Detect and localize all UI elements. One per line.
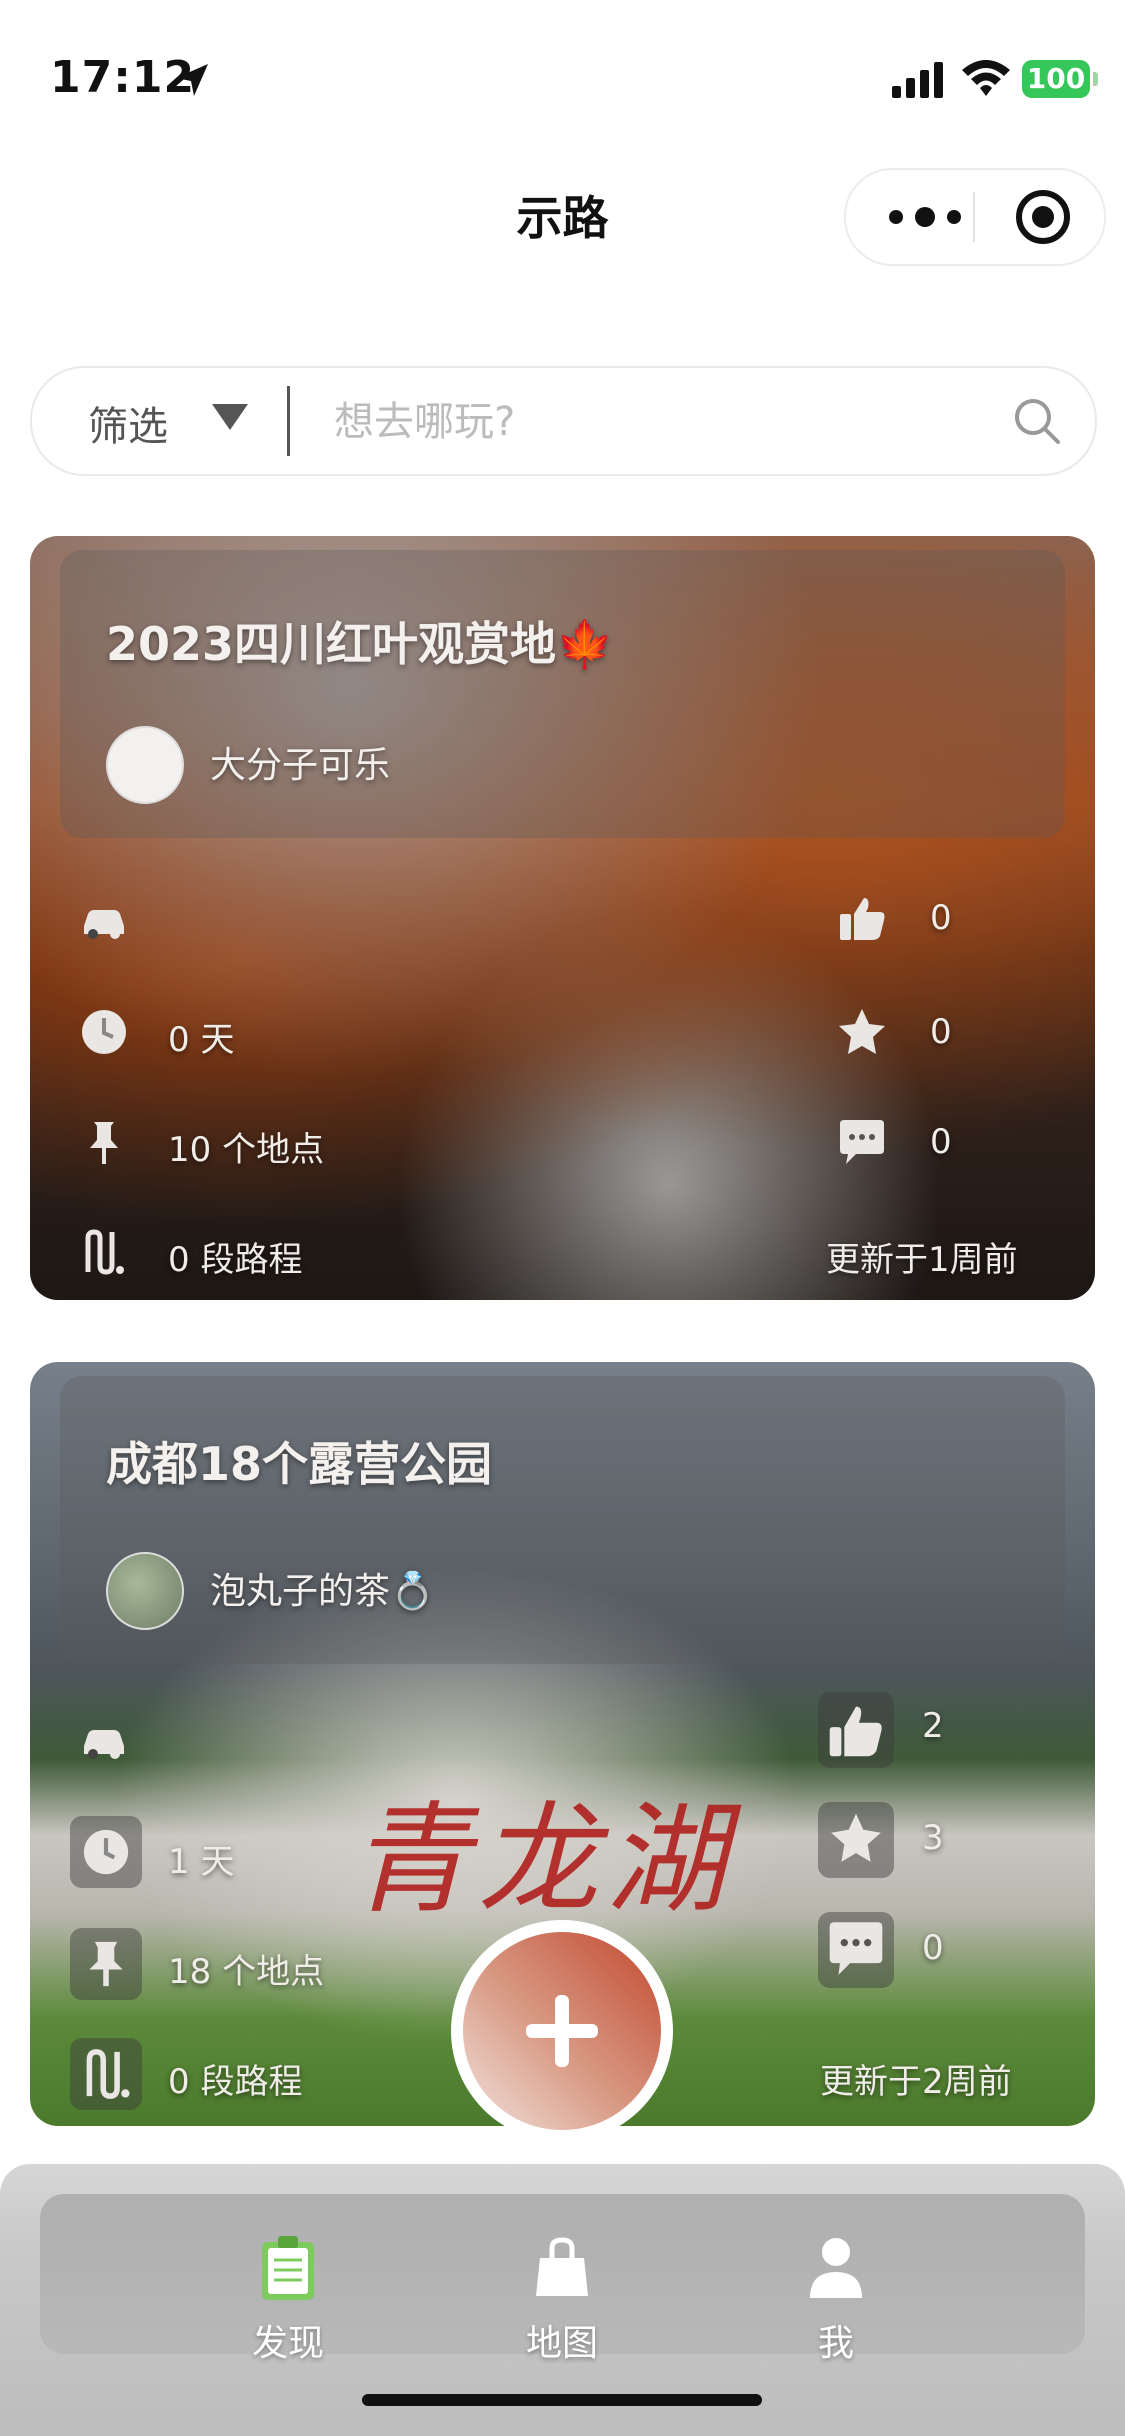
route-places: 18 个地点 bbox=[168, 1952, 325, 1992]
route-icon bbox=[70, 2038, 142, 2110]
route-days: 1 天 bbox=[168, 1842, 235, 1882]
author-avatar[interactable] bbox=[106, 1552, 184, 1630]
search-bar: 筛选 bbox=[30, 366, 1097, 476]
clock-icon bbox=[82, 1010, 126, 1054]
add-route-button[interactable] bbox=[451, 1920, 673, 2142]
wifi-icon bbox=[962, 60, 1010, 96]
capsule-divider bbox=[973, 192, 975, 242]
route-title: 2023四川红叶观赏地🍁 bbox=[106, 617, 614, 671]
filter-button[interactable]: 筛选 bbox=[88, 394, 168, 452]
comment-count: 0 bbox=[930, 1122, 952, 1162]
route-card-header-panel bbox=[60, 1376, 1065, 1664]
map-bag-icon bbox=[536, 2237, 588, 2296]
tab-label: 发现 bbox=[251, 2323, 324, 2364]
tab-label: 我 bbox=[817, 2323, 854, 2364]
tab-discover[interactable]: 发现 bbox=[208, 2234, 368, 2384]
plus-icon[interactable] bbox=[463, 1932, 661, 2130]
stone-sign-text: 青龙湖 bbox=[350, 1791, 734, 1930]
star-count: 0 bbox=[930, 1012, 952, 1052]
star-icon[interactable] bbox=[818, 1802, 894, 1878]
comment-icon[interactable] bbox=[836, 1116, 888, 1168]
dropdown-triangle-icon[interactable] bbox=[212, 404, 248, 430]
comment-icon[interactable] bbox=[818, 1912, 894, 1988]
route-segments: 0 段路程 bbox=[168, 2062, 303, 2102]
pin-icon bbox=[90, 1122, 118, 1164]
car-icon bbox=[84, 1730, 124, 1759]
search-divider bbox=[287, 386, 290, 456]
thumbs-up-icon[interactable] bbox=[818, 1692, 894, 1768]
route-title: 成都18个露营公园 bbox=[106, 1437, 493, 1491]
like-count: 0 bbox=[930, 898, 952, 938]
clock-icon bbox=[70, 1816, 142, 1888]
updated-time: 更新于2周前 bbox=[820, 2062, 1012, 2102]
search-icon[interactable] bbox=[1012, 396, 1062, 446]
cellular-signal-icon bbox=[892, 62, 943, 98]
tab-label: 地图 bbox=[525, 2323, 598, 2364]
status-bar: 17:12 100 bbox=[0, 0, 1125, 150]
route-segments: 0 段路程 bbox=[168, 1240, 303, 1280]
thumbs-up-icon[interactable] bbox=[836, 892, 888, 944]
person-icon bbox=[810, 2238, 862, 2298]
route-places: 10 个地点 bbox=[168, 1130, 325, 1170]
more-dots-icon[interactable] bbox=[882, 200, 968, 234]
miniprogram-capsule bbox=[844, 168, 1106, 266]
author-name[interactable]: 泡丸子的茶💍 bbox=[210, 1562, 435, 1614]
tab-map[interactable]: 地图 bbox=[482, 2234, 642, 2384]
star-icon[interactable] bbox=[836, 1006, 888, 1058]
battery-indicator: 100 bbox=[1022, 60, 1098, 98]
pin-icon bbox=[70, 1928, 142, 2000]
route-card-header-panel bbox=[60, 550, 1065, 838]
author-name[interactable]: 大分子可乐 bbox=[210, 736, 390, 788]
like-count: 2 bbox=[922, 1706, 944, 1746]
updated-time: 更新于1周前 bbox=[826, 1240, 1018, 1280]
star-count: 3 bbox=[922, 1818, 944, 1858]
comment-count: 0 bbox=[922, 1928, 944, 1968]
location-arrow-icon bbox=[176, 64, 208, 96]
tab-me[interactable]: 我 bbox=[756, 2234, 916, 2384]
close-miniprogram-icon[interactable] bbox=[1014, 188, 1072, 246]
car-icon bbox=[84, 910, 124, 939]
author-avatar[interactable] bbox=[106, 726, 184, 804]
home-indicator bbox=[362, 2394, 762, 2406]
checklist-icon bbox=[262, 2236, 314, 2300]
route-days: 0 天 bbox=[168, 1020, 235, 1060]
route-card[interactable]: 2023四川红叶观赏地🍁 大分子可乐 0 天 10 个地点 0 段路程 0 0 … bbox=[30, 536, 1095, 1300]
search-input[interactable] bbox=[332, 388, 996, 456]
route-icon bbox=[85, 1229, 124, 1275]
